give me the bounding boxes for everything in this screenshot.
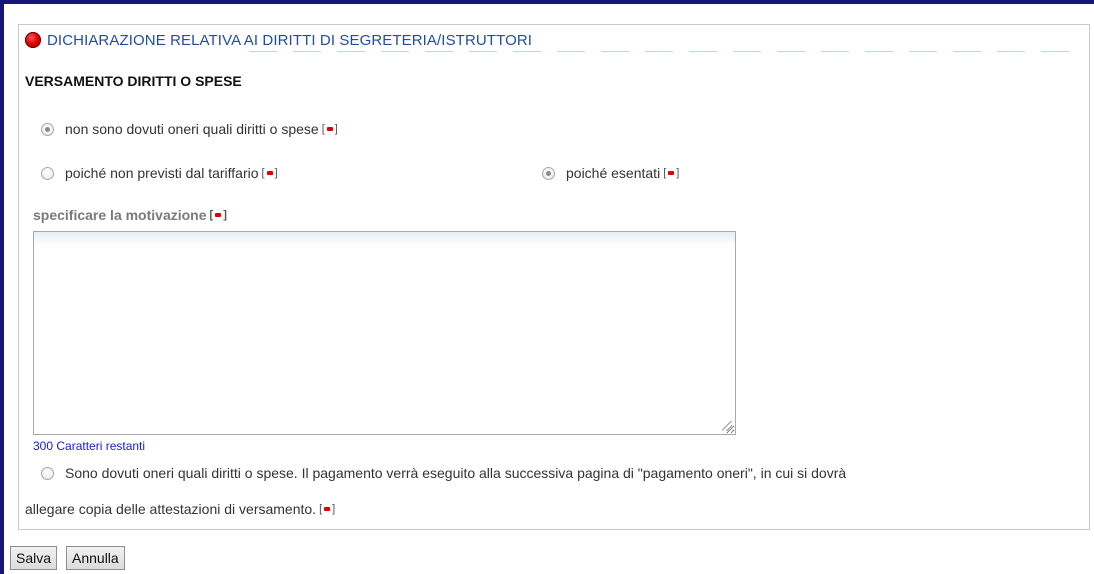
option-exempt-text: poiché esentati [566,165,661,181]
required-marker-icon: [] [321,123,338,135]
required-marker-icon: [] [663,167,680,179]
panel-header: DICHIARAZIONE RELATIVA AI DIRITTI DI SEG… [19,25,1089,56]
panel-title: DICHIARAZIONE RELATIVA AI DIRITTI DI SEG… [47,31,533,49]
required-marker-icon: [] [261,167,278,179]
motivation-textarea[interactable] [33,231,736,435]
required-marker-icon: [] [209,209,227,221]
option-no-fees-text: non sono dovuti oneri quali diritti o sp… [65,121,319,137]
characters-remaining: 300 Caratteri restanti [33,439,146,453]
radio-exempt[interactable] [542,167,555,180]
option-fees-due-line2: allegare copia delle attestazioni di ver… [25,501,335,517]
declaration-panel: DICHIARAZIONE RELATIVA AI DIRITTI DI SEG… [18,24,1090,530]
option-no-fees-label: non sono dovuti oneri quali diritti o sp… [65,121,338,137]
motivation-label: specificare la motivazione[] [33,207,227,223]
required-marker-icon: [] [319,503,336,515]
header-divider [249,51,1069,52]
save-button[interactable]: Salva [10,546,58,570]
option-not-in-tariff-text: poiché non previsti dal tariffario [65,165,259,181]
page: DICHIARAZIONE RELATIVA AI DIRITTI DI SEG… [0,0,1094,574]
option-fees-due-text: allegare copia delle attestazioni di ver… [25,501,317,517]
motivation-label-text: specificare la motivazione [33,207,207,223]
section-title: VERSAMENTO DIRITTI O SPESE [25,73,242,89]
option-fees-due-line1: Sono dovuti oneri quali diritti o spese.… [65,465,847,481]
radio-not-in-tariff[interactable] [41,167,54,180]
radio-no-fees[interactable] [41,123,54,136]
red-bullet-icon [25,32,41,48]
option-exempt-label: poiché esentati[] [566,165,679,181]
radio-fees-due[interactable] [41,467,54,480]
resize-grip-icon[interactable] [722,421,732,431]
option-not-in-tariff-label: poiché non previsti dal tariffario[] [65,165,278,181]
cancel-button[interactable]: Annulla [66,546,125,570]
